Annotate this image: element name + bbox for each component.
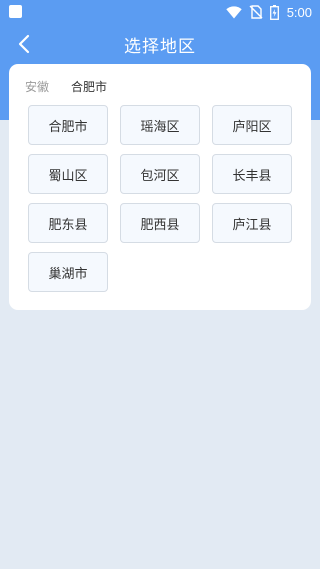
district-option[interactable]: 庐阳区	[212, 105, 292, 145]
breadcrumb-province[interactable]: 安徽	[25, 78, 49, 95]
page-title: 选择地区	[124, 36, 196, 57]
wifi-icon	[225, 5, 242, 18]
district-option[interactable]: 瑶海区	[120, 105, 200, 145]
district-option[interactable]: 巢湖市	[28, 252, 108, 292]
status-time: 5:00	[286, 4, 312, 20]
district-option[interactable]: 肥西县	[120, 203, 200, 243]
region-card: 安徽 合肥市 合肥市 瑶海区 庐阳区 蜀山区 包河区 长丰县 肥东县 肥西县 庐…	[9, 64, 311, 310]
district-option[interactable]: 庐江县	[212, 203, 292, 243]
district-option[interactable]: 合肥市	[28, 105, 108, 145]
district-option[interactable]: 蜀山区	[28, 154, 108, 194]
back-button[interactable]	[12, 32, 36, 56]
breadcrumb-city: 合肥市	[71, 79, 108, 94]
no-sim-icon	[249, 5, 263, 19]
district-option[interactable]: 肥东县	[28, 203, 108, 243]
status-icons: 5:00	[225, 4, 312, 20]
district-grid: 合肥市 瑶海区 庐阳区 蜀山区 包河区 长丰县 肥东县 肥西县 庐江县 巢湖市	[28, 105, 292, 292]
status-bar: 5:00	[0, 0, 320, 24]
district-option[interactable]: 包河区	[120, 154, 200, 194]
battery-icon	[269, 4, 279, 20]
district-option[interactable]: 长丰县	[212, 154, 292, 194]
notification-square-icon	[9, 5, 22, 18]
nav-bar: 选择地区	[0, 24, 320, 64]
breadcrumb: 安徽 合肥市	[25, 76, 107, 96]
chevron-left-icon	[18, 34, 30, 54]
